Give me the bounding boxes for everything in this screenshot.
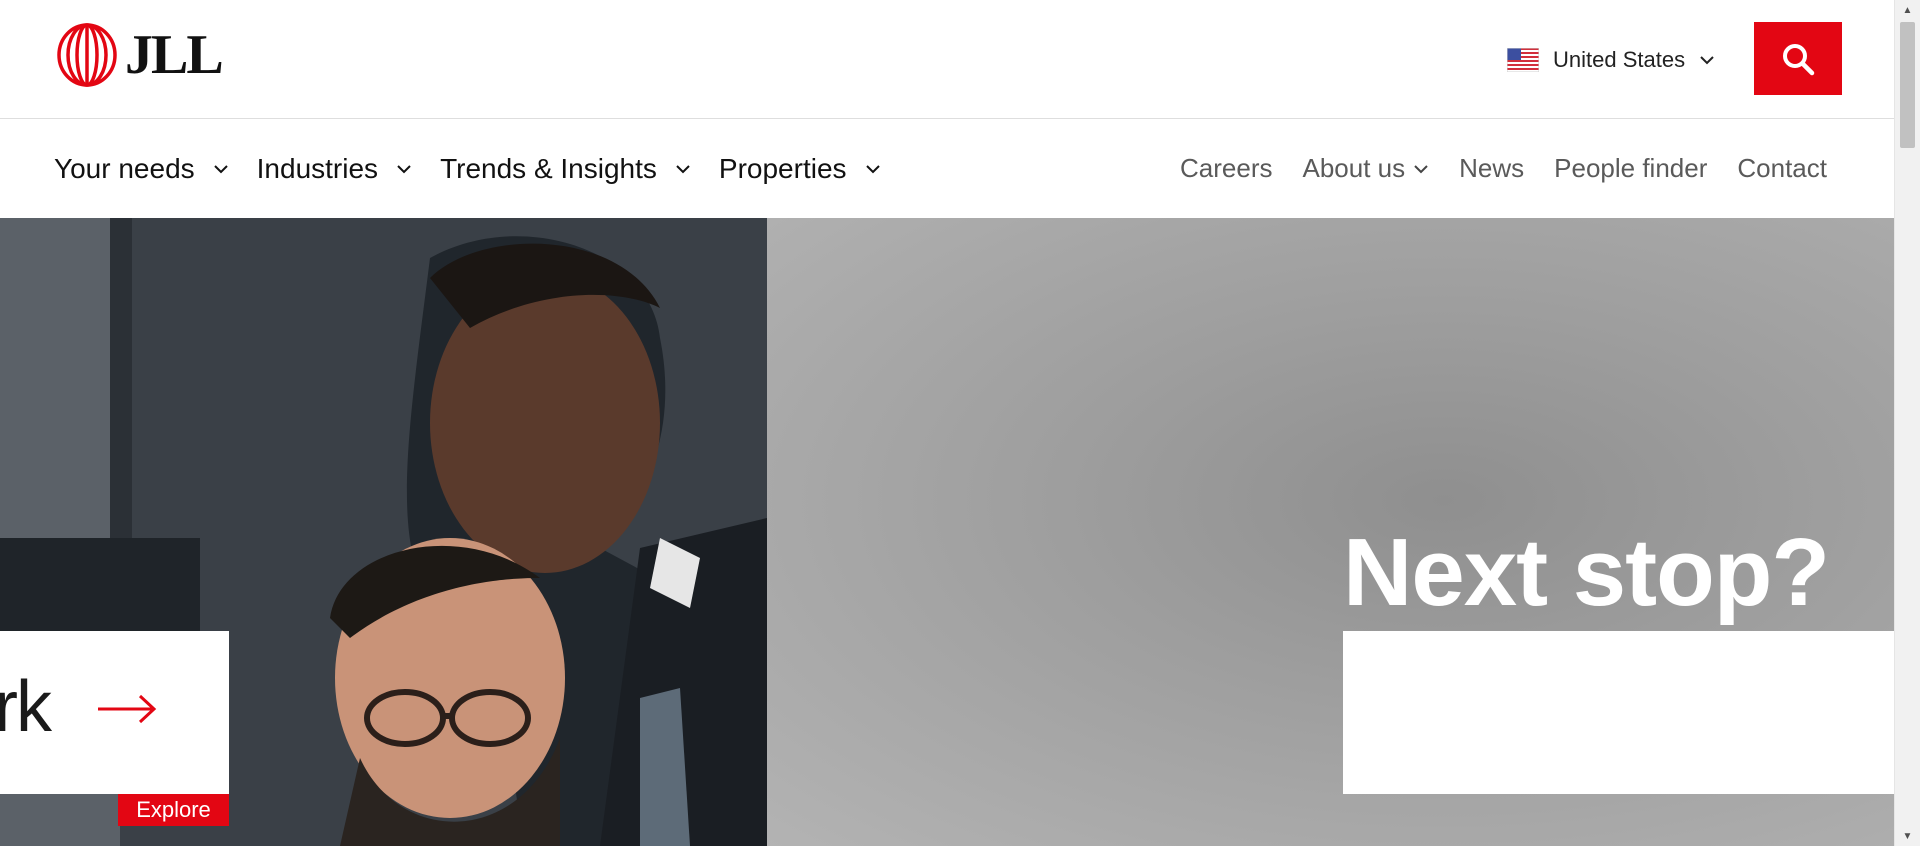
main-navigation: Your needs Industries Trends & Insights … <box>0 119 1895 218</box>
us-flag-icon <box>1507 48 1539 72</box>
chevron-down-icon <box>676 164 690 173</box>
explore-card[interactable]: rk <box>0 631 229 794</box>
nav-item-label: Your needs <box>54 152 195 184</box>
nav-link-label: About us <box>1302 153 1406 183</box>
jll-logo-mark-icon <box>57 23 117 87</box>
nav-link-careers[interactable]: Careers <box>1180 153 1272 184</box>
nav-item-your-needs[interactable]: Your needs <box>54 153 229 185</box>
search-icon <box>1783 43 1815 75</box>
secondary-nav: Careers About us News People finder Cont… <box>1180 119 1827 218</box>
nav-item-label: Properties <box>718 152 847 184</box>
country-selector[interactable]: United States <box>1507 44 1715 76</box>
nav-link-about-us[interactable]: About us <box>1303 153 1430 184</box>
chevron-down-icon <box>213 164 228 173</box>
hero-banner: rk Explore Next stop? <box>0 218 1895 846</box>
top-header: JLL United States <box>0 0 1895 119</box>
chevron-down-icon <box>397 164 411 173</box>
nav-item-properties[interactable]: Properties <box>719 153 881 185</box>
scroll-up-arrow-icon[interactable]: ▲ <box>1895 0 1920 20</box>
chevron-down-icon <box>1414 164 1428 173</box>
arrow-right-icon <box>98 694 157 724</box>
chevron-down-icon <box>865 164 880 173</box>
search-button[interactable] <box>1754 22 1842 95</box>
chevron-down-icon <box>1700 56 1714 65</box>
nav-link-contact[interactable]: Contact <box>1737 153 1827 184</box>
next-stop-card[interactable] <box>1343 631 1895 794</box>
nav-link-news[interactable]: News <box>1459 153 1524 184</box>
country-label: United States <box>1553 47 1686 72</box>
nav-item-label: Trends & Insights <box>440 152 657 184</box>
explore-card-text: rk <box>0 667 52 747</box>
hero-heading: Next stop? <box>1343 519 1830 626</box>
nav-link-people-finder[interactable]: People finder <box>1554 153 1707 184</box>
scroll-down-arrow-icon[interactable]: ▼ <box>1895 826 1920 846</box>
scroll-thumb[interactable] <box>1900 22 1915 148</box>
nav-item-label: Industries <box>256 152 379 184</box>
nav-item-trends-insights[interactable]: Trends & Insights <box>440 153 691 185</box>
page-scrollbar[interactable]: ▲ ▼ <box>1894 0 1920 846</box>
explore-tag[interactable]: Explore <box>118 794 229 826</box>
nav-item-industries[interactable]: Industries <box>257 153 412 185</box>
logo-text: JLL <box>125 24 224 86</box>
jll-logo[interactable]: JLL <box>55 22 224 88</box>
primary-nav: Your needs Industries Trends & Insights … <box>54 119 881 218</box>
